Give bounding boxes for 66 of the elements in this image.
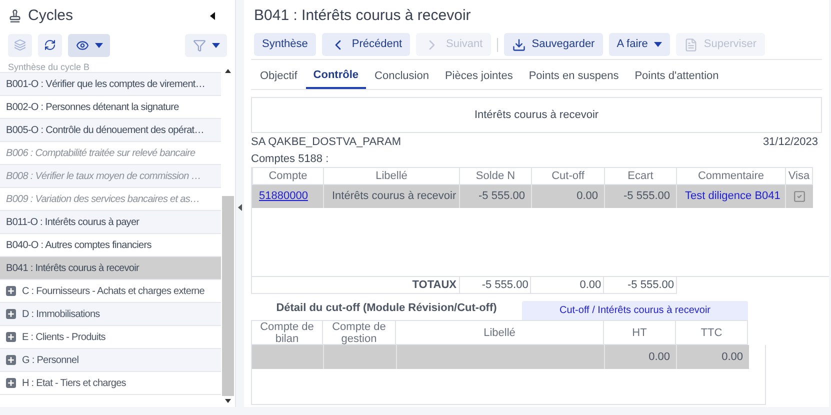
expand-icon[interactable] <box>6 378 16 388</box>
total-value: -5 555.00 <box>482 278 528 293</box>
table-cell-text: 0.00 <box>576 189 598 204</box>
detail-tab[interactable]: Cut-off / Intérêts courus à recevoir <box>522 301 748 320</box>
tab[interactable]: Points d'attention <box>628 63 726 89</box>
filter-button[interactable] <box>185 34 227 56</box>
checkbox-icon[interactable] <box>793 190 806 203</box>
sidebar-item[interactable]: B001-O : Vérifier que les comptes de virement… <box>0 73 222 96</box>
sidebar-item[interactable]: D : Immobilisations <box>0 303 222 326</box>
column-header: Commentaire <box>677 167 786 185</box>
totals-label: TOTAUX <box>412 278 456 293</box>
expand-icon[interactable] <box>6 355 16 365</box>
column-header: Compte de bilan <box>251 320 323 345</box>
table-cell-text: 0.00 <box>648 350 670 365</box>
detail-title: Détail du cut-off (Module Révision/Cut-off) <box>276 300 497 316</box>
page-title: B041 : Intérêts courus à recevoir <box>253 6 472 26</box>
refresh-icon <box>44 39 56 51</box>
eye-icon <box>76 38 88 52</box>
sidebar-item[interactable]: B041 : Intérêts courus à recevoir <box>0 257 222 280</box>
table-row[interactable]: 51880000 Intérêts courus à recevoir -5 555.00 0.00 -5 555.00 Test diligence B041 <box>252 185 813 208</box>
tab[interactable]: Conclusion <box>368 63 436 89</box>
expand-icon[interactable] <box>6 286 16 296</box>
tab[interactable]: Points en suspens <box>522 63 626 89</box>
date-text: 31/12/2023 <box>762 134 818 150</box>
accounts-label: Comptes 5188 : <box>251 152 330 167</box>
document-icon <box>684 38 698 52</box>
table-row[interactable]: 0.00 0.00 <box>252 345 749 369</box>
company-name: SA QAKBE_DOSTVA_PARAM <box>251 134 401 150</box>
toolbar-button[interactable]: Synthèse <box>254 33 316 56</box>
total-value: -5 555.00 <box>628 278 674 293</box>
sidebar-item[interactable]: B011-O : Intérêts courus à payer <box>0 211 222 234</box>
layers-icon <box>14 39 26 51</box>
toolbar-button[interactable]: Précédent <box>322 33 410 56</box>
tab[interactable]: Pièces jointes <box>438 63 520 89</box>
toolbar-button[interactable]: Sauvegarder <box>504 33 603 56</box>
table-cell-text: Intérêts courus à recevoir <box>332 189 456 204</box>
account-link[interactable]: 51880000 <box>259 188 308 205</box>
collapse-icon[interactable] <box>210 12 215 20</box>
tab[interactable]: Contrôle <box>306 63 366 89</box>
caret-icon <box>94 42 102 48</box>
caret-icon <box>212 42 220 48</box>
sidebar-item[interactable]: G : Personnel <box>0 349 222 372</box>
view-button[interactable] <box>68 34 110 56</box>
scroll-up-icon[interactable] <box>225 69 232 73</box>
sidebar-title: Cycles <box>28 6 74 26</box>
expand-icon[interactable] <box>6 332 16 342</box>
table-cell-text: 0.00 <box>722 350 743 365</box>
toolbar-button[interactable]: A faire <box>608 33 670 56</box>
collapse-icon[interactable] <box>238 204 242 211</box>
section-title: Intérêts courus à recevoir <box>474 108 599 123</box>
caret-icon <box>654 42 662 47</box>
tab[interactable]: Objectif <box>253 63 304 89</box>
expand-icon[interactable] <box>6 309 16 319</box>
stamp-icon <box>8 9 22 23</box>
total-value: 0.00 <box>580 278 602 293</box>
column-header: Compte <box>252 167 324 185</box>
table-cell-text: -5 555.00 <box>478 189 525 204</box>
column-header: Libellé <box>396 320 604 345</box>
filter-icon <box>192 38 206 52</box>
column-header: Libellé <box>324 167 460 185</box>
comment-text: Test diligence B041 <box>685 189 780 204</box>
scroll-down-icon[interactable] <box>225 399 232 403</box>
sidebar-item[interactable]: B005-O : Contrôle du dénouement des opérat… <box>0 119 222 142</box>
download-icon <box>512 38 526 52</box>
table-cell-text: -5 555.00 <box>624 189 670 204</box>
refresh-button[interactable] <box>38 34 62 56</box>
